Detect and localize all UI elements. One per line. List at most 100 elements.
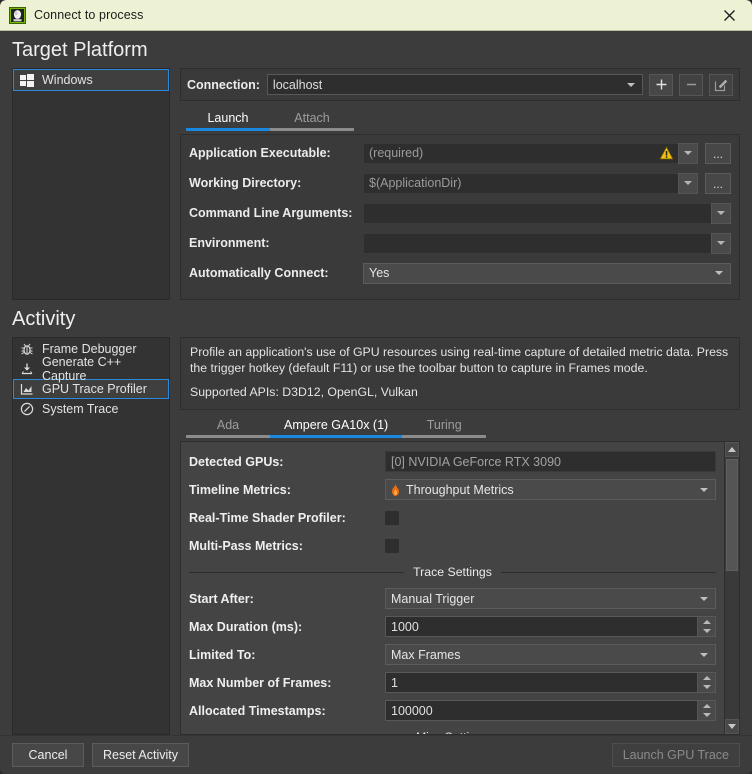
command-line-arguments-dropdown[interactable] [711, 203, 731, 224]
spinner-down-icon[interactable] [698, 683, 715, 693]
setting-start-after: Start After: Manual Trigger [189, 588, 716, 609]
working-directory-dropdown[interactable] [678, 173, 698, 194]
tab-launch[interactable]: Launch [186, 111, 270, 131]
multi-pass-metrics-checkbox[interactable] [385, 539, 399, 553]
trace-settings-separator: Trace Settings [189, 563, 716, 581]
timeline-metrics-combo[interactable]: Throughput Metrics [385, 479, 716, 500]
setting-real-time-shader-profiler: Real-Time Shader Profiler: [189, 507, 716, 528]
setting-value: 1 [391, 676, 398, 690]
reset-activity-button[interactable]: Reset Activity [92, 743, 189, 767]
working-directory-input[interactable]: $(ApplicationDir) [363, 173, 678, 194]
activity-item-generate-cpp-capture[interactable]: Generate C++ Capture [13, 359, 169, 379]
field-label: Application Executable: [189, 146, 363, 160]
setting-allocated-timestamps: Allocated Timestamps: 100000 [189, 700, 716, 721]
connection-pane: Connection: localhost [180, 68, 740, 300]
application-executable-dropdown[interactable] [678, 143, 698, 164]
flame-icon [390, 483, 401, 497]
tab-ampere-ga10x-label: Ampere GA10x (1) [284, 418, 388, 432]
dialog-footer: Cancel Reset Activity Launch GPU Trace [0, 735, 752, 774]
real-time-shader-profiler-checkbox[interactable] [385, 511, 399, 525]
activity-list[interactable]: Frame Debugger Generate C++ Capture [12, 337, 170, 735]
tab-ampere-ga10x-underline [270, 435, 402, 438]
tab-attach-label: Attach [294, 111, 329, 125]
tab-attach[interactable]: Attach [270, 111, 354, 131]
setting-value: 1000 [391, 620, 419, 634]
max-number-of-frames-spinner[interactable]: 1 [385, 672, 716, 693]
architecture-tabs: Ada Ampere GA10x (1) Turing [180, 416, 740, 439]
setting-label: Detected GPUs: [189, 455, 385, 469]
activity-item-label: System Trace [42, 402, 118, 416]
field-environment: Environment: [189, 232, 731, 254]
bug-icon [19, 341, 35, 357]
scrollbar-thumb[interactable] [726, 459, 738, 571]
spinner-down-icon[interactable] [698, 627, 715, 637]
scroll-up-arrow-icon[interactable] [725, 442, 739, 457]
tab-turing[interactable]: Turing [402, 418, 486, 438]
platform-item-windows[interactable]: Windows [13, 69, 169, 91]
separator-line-left [189, 572, 404, 573]
dialog-content: Target Platform Windows Connection: loca… [0, 31, 752, 735]
launch-gpu-trace-button[interactable]: Launch GPU Trace [612, 743, 740, 767]
setting-multi-pass-metrics: Multi-Pass Metrics: [189, 535, 716, 556]
platform-list[interactable]: Windows [12, 68, 170, 300]
scrollbar-track[interactable] [725, 457, 739, 719]
chevron-down-icon [627, 83, 635, 87]
application-executable-input[interactable]: (required) [363, 143, 678, 164]
environment-dropdown[interactable] [711, 233, 731, 254]
start-after-combo[interactable]: Manual Trigger [385, 588, 716, 609]
limited-to-combo[interactable]: Max Frames [385, 644, 716, 665]
spinner-up-icon[interactable] [698, 673, 715, 683]
settings-scrollbar[interactable] [724, 442, 739, 734]
spinner-buttons [697, 701, 715, 720]
minus-icon [685, 78, 698, 91]
spinner-up-icon[interactable] [698, 701, 715, 711]
setting-max-duration: Max Duration (ms): 1000 [189, 616, 716, 637]
tab-ampere-ga10x[interactable]: Ampere GA10x (1) [270, 418, 402, 438]
chevron-down-icon [684, 181, 692, 185]
setting-label: Max Duration (ms): [189, 620, 385, 634]
automatically-connect-combo[interactable]: Yes [363, 263, 731, 284]
settings-scroll-area: Detected GPUs: [0] NVIDIA GeForce RTX 30… [181, 442, 724, 734]
connection-value: localhost [273, 78, 322, 92]
connection-combo[interactable]: localhost [267, 74, 643, 95]
chevron-down-icon [684, 151, 692, 155]
field-label: Environment: [189, 236, 363, 250]
close-icon[interactable] [712, 2, 746, 28]
tab-ada-label: Ada [217, 418, 239, 432]
activity-item-system-trace[interactable]: System Trace [13, 399, 169, 419]
windows-icon [19, 72, 35, 88]
gpu-trace-settings: Detected GPUs: [0] NVIDIA GeForce RTX 30… [180, 441, 740, 735]
spinner-up-icon[interactable] [698, 617, 715, 627]
tab-turing-underline [402, 435, 486, 438]
separator-label: Trace Settings [404, 565, 501, 579]
environment-input[interactable] [363, 233, 711, 254]
browse-working-directory-button[interactable]: ... [705, 173, 731, 194]
gauge-clock-icon [19, 401, 35, 417]
misc-settings-separator: Misc Settings [189, 728, 716, 734]
max-duration-spinner[interactable]: 1000 [385, 616, 716, 637]
scroll-down-arrow-icon[interactable] [725, 719, 739, 734]
download-anchor-icon [19, 361, 35, 377]
cancel-button[interactable]: Cancel [12, 743, 84, 767]
tab-ada[interactable]: Ada [186, 418, 270, 438]
remove-connection-button[interactable] [679, 74, 703, 96]
field-command-line-arguments: Command Line Arguments: [189, 202, 731, 224]
command-line-arguments-input[interactable] [363, 203, 711, 224]
spinner-buttons [697, 617, 715, 636]
setting-label: Limited To: [189, 648, 385, 662]
setting-label: Allocated Timestamps: [189, 704, 385, 718]
edit-connection-button[interactable] [709, 74, 733, 96]
browse-application-executable-button[interactable]: ... [705, 143, 731, 164]
activity-description: Profile an application's use of GPU reso… [180, 337, 740, 410]
window-title: Connect to process [34, 8, 712, 22]
allocated-timestamps-spinner[interactable]: 100000 [385, 700, 716, 721]
setting-value: [0] NVIDIA GeForce RTX 3090 [391, 455, 561, 469]
field-value: $(ApplicationDir) [369, 176, 461, 190]
spinner-down-icon[interactable] [698, 711, 715, 721]
setting-label: Timeline Metrics: [189, 483, 385, 497]
plus-icon [655, 78, 668, 91]
tab-launch-label: Launch [207, 111, 248, 125]
add-connection-button[interactable] [649, 74, 673, 96]
activity-item-gpu-trace-profiler[interactable]: GPU Trace Profiler [13, 379, 169, 399]
activity-item-label: GPU Trace Profiler [42, 382, 147, 396]
